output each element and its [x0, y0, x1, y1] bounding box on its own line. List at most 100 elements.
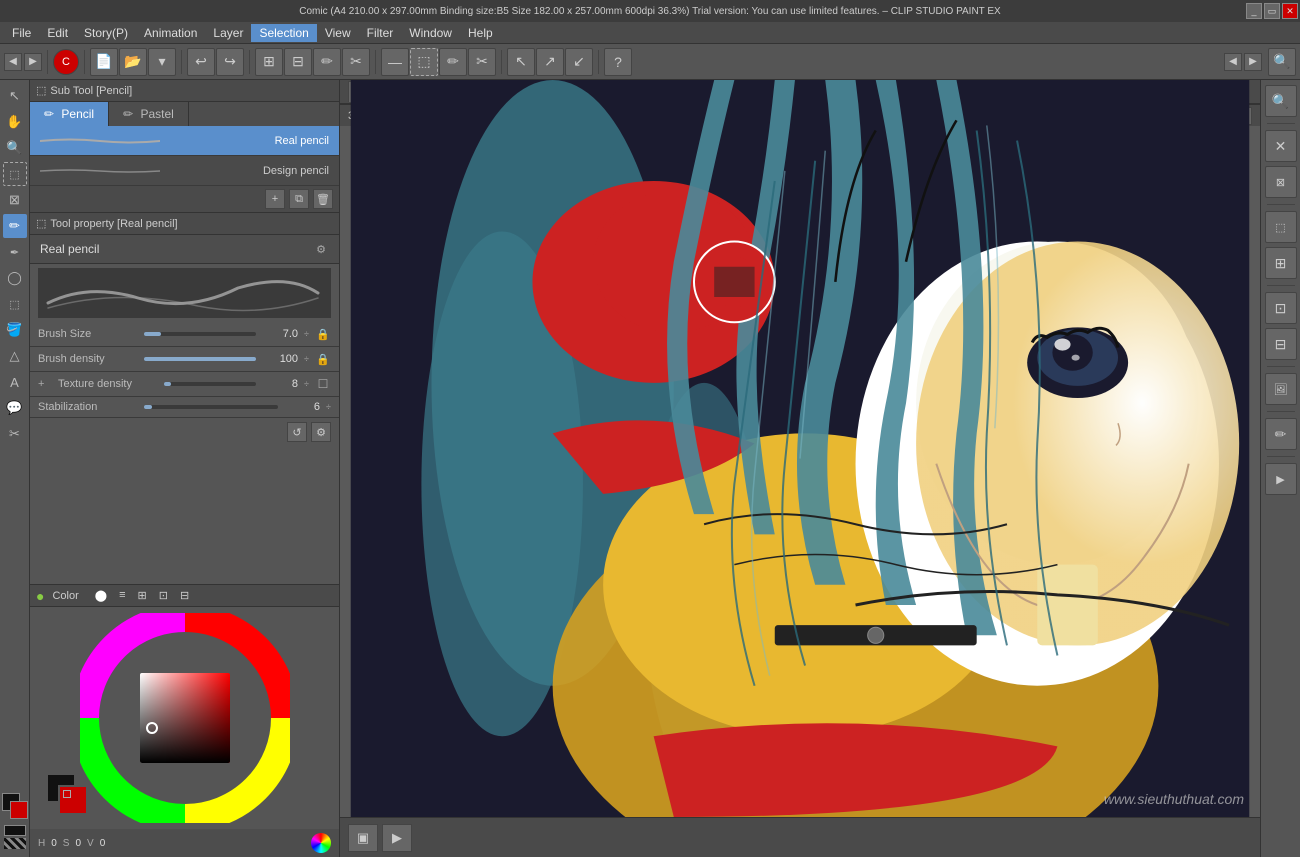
menu-edit[interactable]: Edit: [39, 24, 76, 42]
color-values-bar: H 0 S 0 V 0: [30, 829, 339, 857]
color-tab-wheel[interactable]: ⬤: [91, 587, 111, 604]
tb-transform3[interactable]: ✏: [313, 48, 341, 76]
prop-brush-density-slider[interactable]: [144, 357, 256, 361]
tb-nav2[interactable]: ↗: [536, 48, 564, 76]
brush-item-design-pencil[interactable]: Design pencil: [30, 156, 339, 186]
brush-delete-btn[interactable]: 🗑: [313, 189, 333, 209]
tb-open[interactable]: 📂: [119, 48, 147, 76]
tool-pencil[interactable]: ✏: [3, 214, 27, 238]
rt-layers[interactable]: ⬚: [1265, 211, 1297, 243]
prop-texture-plus[interactable]: +: [38, 378, 52, 390]
prop-brush-density-lock[interactable]: 🔒: [315, 351, 331, 367]
prop-brush-size-slider[interactable]: [144, 332, 256, 336]
tb-clip-studio[interactable]: C: [53, 49, 79, 75]
tool-text[interactable]: A: [3, 370, 27, 394]
prop-brush-size-lock[interactable]: 🔒: [315, 326, 331, 342]
tool-pen[interactable]: ✒: [3, 240, 27, 264]
toolprop-icon2[interactable]: ⚙: [311, 422, 331, 442]
menu-filter[interactable]: Filter: [359, 24, 402, 42]
subtool-tab-pencil[interactable]: ✏ Pencil: [30, 102, 109, 126]
rt-checker[interactable]: ⊞: [1265, 247, 1297, 279]
tb-undo[interactable]: ↩: [187, 48, 215, 76]
prop-texture-density-slider[interactable]: [164, 382, 256, 386]
nav-left[interactable]: ◀: [4, 53, 22, 71]
menu-window[interactable]: Window: [401, 24, 460, 42]
tb-transform2[interactable]: ⊟: [284, 48, 312, 76]
prop-stabilization-slider[interactable]: [144, 405, 278, 409]
tb-sel3[interactable]: ✏: [439, 48, 467, 76]
color-wheel-svg[interactable]: [80, 613, 290, 823]
color-tab-mix[interactable]: ⊟: [176, 587, 193, 604]
tb-transform1[interactable]: ⊞: [255, 48, 283, 76]
tool-select1[interactable]: ⬚: [3, 162, 27, 186]
rt-navigator[interactable]: 🔍: [1265, 85, 1297, 117]
prop-texture-check[interactable]: ☐: [315, 376, 331, 392]
rt-ruler[interactable]: ⊟: [1265, 328, 1297, 360]
tb-nav3[interactable]: ↙: [565, 48, 593, 76]
tool-gradient[interactable]: △: [3, 344, 27, 368]
right-nav-right[interactable]: ▶: [1244, 53, 1262, 71]
tb-redo[interactable]: ↪: [216, 48, 244, 76]
rt-image[interactable]: 🖼: [1265, 373, 1297, 405]
menu-animation[interactable]: Animation: [136, 24, 205, 42]
toolprop-icon1[interactable]: ↺: [287, 422, 307, 442]
tool-eraser[interactable]: ⬚: [3, 292, 27, 316]
canvas-artwork-area[interactable]: www.sieuthuthuat.com: [340, 80, 1260, 817]
menu-file[interactable]: File: [4, 24, 39, 42]
tb-sel2[interactable]: ⬚: [410, 48, 438, 76]
rt-animation[interactable]: ▶: [1265, 463, 1297, 495]
menu-layer[interactable]: Layer: [205, 24, 251, 42]
tool-select2[interactable]: ⊠: [3, 188, 27, 212]
rainbow-btn[interactable]: [311, 833, 331, 853]
rt-transform[interactable]: ⊠: [1265, 166, 1297, 198]
tool-zoom[interactable]: 🔍: [3, 136, 27, 160]
tb-dropdown[interactable]: ▾: [148, 48, 176, 76]
tb-sel4[interactable]: ✂: [468, 48, 496, 76]
toolprop-settings-icon[interactable]: ⚙: [313, 241, 329, 257]
menu-view[interactable]: View: [317, 24, 359, 42]
nav-arrows[interactable]: ◀ ▶: [4, 53, 42, 71]
fg-color-swatch[interactable]: [10, 801, 28, 819]
tb-nav1[interactable]: ↖: [507, 48, 535, 76]
right-nav-arrows[interactable]: ◀ ▶: [1224, 53, 1262, 71]
tool-balloon[interactable]: 💬: [3, 396, 27, 420]
rt-sep-4: [1267, 366, 1295, 367]
color-tab-palette[interactable]: ⊞: [134, 587, 151, 604]
right-nav-left[interactable]: ◀: [1224, 53, 1242, 71]
menu-story[interactable]: Story(P): [76, 24, 136, 42]
tool-fill[interactable]: 🪣: [3, 318, 27, 342]
menu-selection[interactable]: Selection: [251, 24, 316, 42]
close-button[interactable]: ✕: [1282, 3, 1298, 19]
tool-cut[interactable]: ✂: [3, 422, 27, 446]
fg-bg-area: [46, 773, 88, 815]
tool-hand[interactable]: ✋: [3, 110, 27, 134]
restore-button[interactable]: ▭: [1264, 3, 1280, 19]
tb-new[interactable]: 📄: [90, 48, 118, 76]
tb-search[interactable]: 🔍: [1268, 48, 1296, 76]
color-tab-swatches[interactable]: ⊡: [155, 587, 172, 604]
window-controls[interactable]: _ ▭ ✕: [1246, 3, 1298, 19]
pattern-swatch[interactable]: [4, 825, 26, 836]
brush-add-btn[interactable]: +: [265, 189, 285, 209]
rt-move[interactable]: ✕: [1265, 130, 1297, 162]
color-wheel-area[interactable]: [30, 607, 339, 829]
nav-right[interactable]: ▶: [24, 53, 42, 71]
bottom-play-btn[interactable]: ▶: [382, 824, 412, 852]
minimize-button[interactable]: _: [1246, 3, 1262, 19]
tb-transform4[interactable]: ✂: [342, 48, 370, 76]
tool-shape[interactable]: ◯: [3, 266, 27, 290]
tb-help[interactable]: ?: [604, 48, 632, 76]
fg-color-box[interactable]: [58, 785, 88, 815]
bottom-view-btn[interactable]: ▣: [348, 824, 378, 852]
subtool-tab-pastel[interactable]: ✏ Pastel: [109, 102, 189, 126]
menu-help[interactable]: Help: [460, 24, 501, 42]
color-tab-sliders[interactable]: ≡: [115, 587, 129, 604]
canvas-container[interactable]: Comic ✕: [340, 80, 1260, 817]
brush-copy-btn[interactable]: ⧉: [289, 189, 309, 209]
rt-pen-tablet[interactable]: ✏: [1265, 418, 1297, 450]
tb-sel1[interactable]: —: [381, 48, 409, 76]
pattern-swatch2[interactable]: [4, 838, 26, 849]
brush-item-real-pencil[interactable]: Real pencil: [30, 126, 339, 156]
rt-snap[interactable]: ⊡: [1265, 292, 1297, 324]
tool-move[interactable]: ↖: [3, 84, 27, 108]
